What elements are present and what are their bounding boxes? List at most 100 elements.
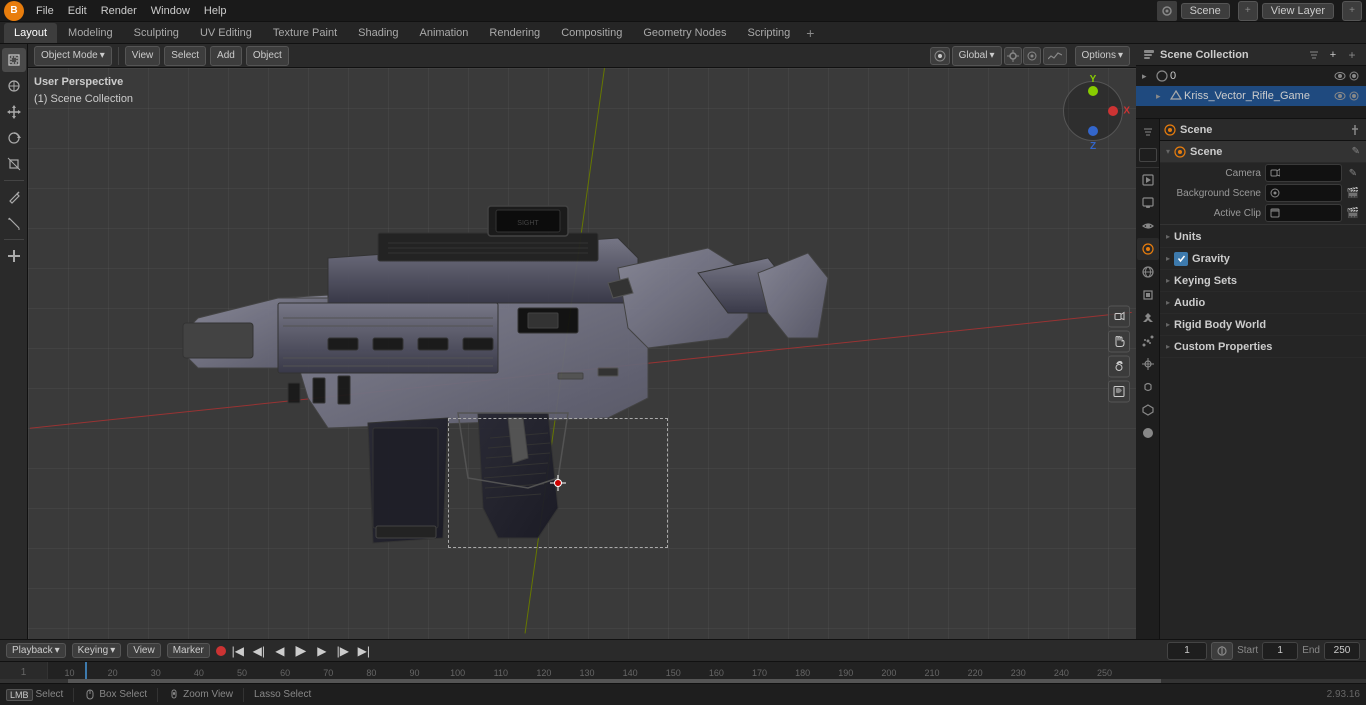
view-layer-name[interactable]: View Layer xyxy=(1262,3,1334,19)
timeline-view-btn[interactable]: View xyxy=(127,643,161,658)
props-icon-render[interactable] xyxy=(1137,169,1159,191)
keying-sets-section[interactable]: ▸ Keying Sets xyxy=(1160,270,1366,292)
add-workspace-tab[interactable]: + xyxy=(801,24,819,42)
props-icon-view[interactable] xyxy=(1137,215,1159,237)
viewport-render-btn[interactable] xyxy=(1108,380,1130,402)
props-search-input[interactable] xyxy=(1139,148,1157,162)
menu-file[interactable]: File xyxy=(30,3,60,19)
record-btn[interactable] xyxy=(216,646,226,656)
new-scene-btn[interactable]: + xyxy=(1238,1,1258,21)
timeline-scrubber[interactable]: 1 10 20 30 40 50 60 70 80 90 100 110 120… xyxy=(0,661,1366,683)
playback-btn[interactable]: Playback ▾ xyxy=(6,643,66,658)
menu-edit[interactable]: Edit xyxy=(62,3,93,19)
keying-btn[interactable]: Keying ▾ xyxy=(72,643,122,658)
tree-item-scene[interactable]: ▸ 0 xyxy=(1136,66,1366,86)
tab-scripting[interactable]: Scripting xyxy=(737,23,800,43)
tool-add[interactable] xyxy=(2,244,26,268)
custom-props-section[interactable]: ▸ Custom Properties xyxy=(1160,336,1366,358)
viewport-camera-btn[interactable] xyxy=(1108,305,1130,327)
tab-geometry-nodes[interactable]: Geometry Nodes xyxy=(633,23,736,43)
viewport[interactable]: User Perspective (1) Scene Collection xyxy=(28,68,1136,639)
tab-uv-editing[interactable]: UV Editing xyxy=(190,23,262,43)
tab-texture-paint[interactable]: Texture Paint xyxy=(263,23,347,43)
proportional-btn[interactable] xyxy=(1023,47,1041,65)
props-icon-material[interactable] xyxy=(1137,422,1159,444)
viewport-camera2-btn[interactable] xyxy=(1108,355,1130,377)
tab-compositing[interactable]: Compositing xyxy=(551,23,632,43)
gravity-checkbox[interactable] xyxy=(1174,252,1188,266)
props-icon-particles[interactable] xyxy=(1137,330,1159,352)
play-btn[interactable]: ▶ xyxy=(292,642,310,660)
tab-rendering[interactable]: Rendering xyxy=(479,23,550,43)
viewport-hand-btn[interactable] xyxy=(1108,330,1130,352)
tree-render-icon[interactable] xyxy=(1348,70,1360,82)
add-btn[interactable]: Add xyxy=(210,46,242,66)
active-clip-movie-btn[interactable]: 🎬 xyxy=(1346,206,1360,220)
current-frame-input[interactable] xyxy=(1167,642,1207,660)
scene-icon-btn[interactable] xyxy=(1157,1,1177,21)
props-icon-world[interactable] xyxy=(1137,261,1159,283)
object-btn[interactable]: Object xyxy=(246,46,289,66)
tab-layout[interactable]: Layout xyxy=(4,23,57,43)
tree-item-kriss[interactable]: ▸ Kriss_Vector_Rifle_Game xyxy=(1136,86,1366,106)
end-frame-input[interactable] xyxy=(1324,642,1360,660)
graph-btn[interactable] xyxy=(1043,47,1067,65)
tool-rotate[interactable] xyxy=(2,126,26,150)
tool-annotate[interactable] xyxy=(2,185,26,209)
next-frame-btn[interactable]: ▶ xyxy=(313,642,331,660)
bg-scene-movie-btn[interactable]: 🎬 xyxy=(1346,186,1360,200)
props-icon-physics[interactable] xyxy=(1137,353,1159,375)
active-clip-value[interactable] xyxy=(1265,204,1342,222)
rigid-body-section[interactable]: ▸ Rigid Body World xyxy=(1160,314,1366,336)
tab-animation[interactable]: Animation xyxy=(410,23,479,43)
transform-pivot-btn[interactable] xyxy=(930,47,950,65)
start-frame-input[interactable] xyxy=(1262,642,1298,660)
scene-subsection-header[interactable]: ▾ Scene ✎ xyxy=(1160,141,1366,163)
props-icon-object[interactable] xyxy=(1137,284,1159,306)
outliner-add-btn[interactable]: + xyxy=(1344,47,1360,63)
snap-btn[interactable] xyxy=(1004,47,1022,65)
tool-move[interactable] xyxy=(2,100,26,124)
tool-cursor[interactable] xyxy=(2,74,26,98)
camera-value[interactable] xyxy=(1265,164,1342,182)
tool-measure[interactable] xyxy=(2,211,26,235)
scene-name[interactable]: Scene xyxy=(1181,3,1230,19)
tree-kriss-eye-icon[interactable] xyxy=(1334,90,1346,102)
tab-sculpting[interactable]: Sculpting xyxy=(124,23,189,43)
audio-section[interactable]: ▸ Audio xyxy=(1160,292,1366,314)
props-filter-icon[interactable] xyxy=(1138,121,1157,143)
props-icon-constraints[interactable] xyxy=(1137,376,1159,398)
tree-eye-icon[interactable] xyxy=(1334,70,1346,82)
prev-frame-btn[interactable]: ◀ xyxy=(271,642,289,660)
jump-end-btn[interactable]: ▶| xyxy=(355,642,373,660)
select-btn[interactable]: Select xyxy=(164,46,206,66)
outliner-new-btn[interactable]: + xyxy=(1325,47,1341,63)
marker-btn[interactable]: Marker xyxy=(167,643,210,658)
new-view-layer-btn[interactable]: + xyxy=(1342,1,1362,21)
menu-help[interactable]: Help xyxy=(198,3,233,19)
gravity-section[interactable]: ▸ Gravity xyxy=(1160,248,1366,270)
view-btn[interactable]: View xyxy=(125,46,161,66)
frame-options-btn[interactable] xyxy=(1211,642,1233,660)
tool-select[interactable] xyxy=(2,48,26,72)
units-section[interactable]: ▸ Units xyxy=(1160,226,1366,248)
props-icon-output[interactable] xyxy=(1137,192,1159,214)
tab-shading[interactable]: Shading xyxy=(348,23,408,43)
options-btn[interactable]: Options ▾ xyxy=(1075,46,1131,66)
menu-render[interactable]: Render xyxy=(95,3,143,19)
background-scene-value[interactable] xyxy=(1265,184,1342,202)
menu-window[interactable]: Window xyxy=(145,3,196,19)
timeline-scrollbar[interactable] xyxy=(0,679,1366,683)
outliner-filter-btn[interactable] xyxy=(1306,47,1322,63)
tab-modeling[interactable]: Modeling xyxy=(58,23,123,43)
transform-space-btn[interactable]: Global ▾ xyxy=(952,46,1002,66)
camera-edit-btn[interactable]: ✎ xyxy=(1346,166,1360,180)
next-keyframe-btn[interactable]: |▶ xyxy=(334,642,352,660)
scene-sub-edit[interactable]: ✎ xyxy=(1352,146,1360,157)
props-icon-modifier[interactable] xyxy=(1137,307,1159,329)
object-mode-btn[interactable]: Object Mode ▾ xyxy=(34,46,112,66)
props-icon-data[interactable] xyxy=(1137,399,1159,421)
gizmo-circle[interactable]: Y X Z xyxy=(1063,81,1123,141)
gizmo[interactable]: Y X Z xyxy=(1058,76,1128,146)
timeline-scrollbar-thumb[interactable] xyxy=(68,679,1161,683)
